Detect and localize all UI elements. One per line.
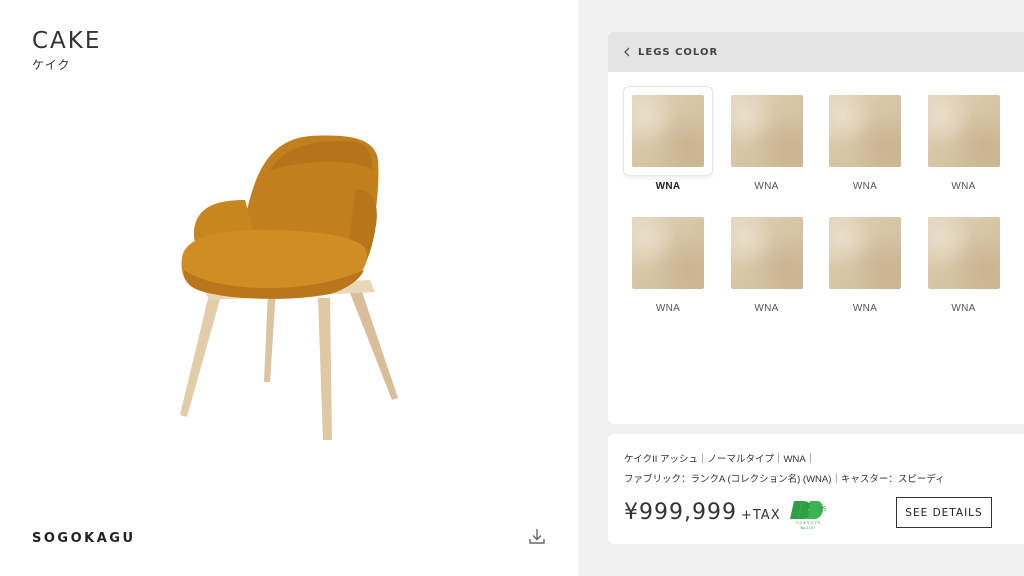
swatch-frame bbox=[920, 87, 1008, 175]
swatch-option[interactable]: WNA bbox=[821, 209, 909, 314]
swatch-option[interactable]: WNA bbox=[624, 209, 712, 314]
swatch-option[interactable]: WNA bbox=[920, 209, 1008, 314]
wood-swatch-image bbox=[829, 217, 901, 289]
wood-swatch-image bbox=[730, 217, 803, 289]
product-viewer: CAKE ケイク SOGOKAGU bbox=[0, 0, 578, 576]
wood-swatch-image bbox=[632, 217, 704, 289]
download-icon[interactable] bbox=[527, 526, 547, 546]
swatch-frame bbox=[723, 209, 811, 297]
panel-back-button[interactable]: LEGS COLOR bbox=[608, 32, 1024, 72]
swatch-label: WNA bbox=[852, 303, 878, 314]
biomass-mark-icon: 25 バイオマスプラ No.1157 bbox=[790, 501, 827, 530]
swatch-frame bbox=[624, 209, 712, 297]
chevron-left-icon bbox=[624, 47, 630, 57]
brand-logo: SOGOKAGU bbox=[32, 531, 136, 546]
wood-swatch-image bbox=[829, 95, 901, 167]
options-area: LEGS COLOR WNA WNA WNA WNA WNA WNA WNA W… bbox=[578, 0, 1024, 576]
badge-code: 25 bbox=[819, 506, 827, 513]
swatch-option[interactable]: WNA bbox=[624, 87, 712, 192]
price: ¥999,999 +TAX bbox=[624, 500, 781, 525]
tax-label: +TAX bbox=[740, 508, 781, 523]
wood-swatch-image bbox=[927, 95, 1000, 167]
price-value: ¥999,999 bbox=[624, 500, 737, 525]
panel-title: LEGS COLOR bbox=[638, 46, 719, 58]
swatch-option[interactable]: WNA bbox=[821, 87, 909, 192]
product-title: CAKE bbox=[32, 28, 102, 54]
badge-number: No.1157 bbox=[800, 526, 815, 530]
swatch-frame bbox=[821, 87, 909, 175]
chair-image bbox=[180, 135, 398, 440]
swatch-label: WNA bbox=[655, 181, 681, 192]
swatch-label: WNA bbox=[754, 303, 779, 314]
wood-swatch-image bbox=[632, 95, 704, 167]
swatch-frame bbox=[723, 87, 811, 175]
product-subtitle: ケイク bbox=[32, 58, 71, 72]
spec-line-2: ファブリック：ランクA (コレクション名) (WNA)｜キャスター：スピーディ bbox=[624, 474, 945, 485]
spec-line-1: ケイクII アッシュ｜ノーマルタイプ｜WNA｜ bbox=[624, 454, 816, 465]
swatch-label: WNA bbox=[655, 303, 681, 314]
swatch-label: WNA bbox=[754, 181, 779, 192]
swatch-frame bbox=[821, 209, 909, 297]
wood-swatch-image bbox=[730, 95, 803, 167]
swatch-grid: WNA WNA WNA WNA WNA WNA WNA WNA bbox=[624, 87, 1024, 314]
swatch-option[interactable]: WNA bbox=[723, 87, 811, 192]
swatch-option[interactable]: WNA bbox=[920, 87, 1008, 192]
product-info-card: ケイクII アッシュ｜ノーマルタイプ｜WNA｜ ファブリック：ランクA (コレク… bbox=[608, 434, 1024, 544]
swatch-option[interactable]: WNA bbox=[723, 209, 811, 314]
badge-text: バイオマスプラ bbox=[795, 520, 821, 525]
swatch-frame bbox=[920, 209, 1008, 297]
swatch-label: WNA bbox=[951, 303, 976, 314]
legs-color-panel: LEGS COLOR WNA WNA WNA WNA WNA WNA WNA W… bbox=[608, 32, 1024, 424]
swatch-label: WNA bbox=[951, 181, 976, 192]
swatch-frame bbox=[624, 87, 712, 175]
see-details-button[interactable]: SEE DETAILS bbox=[896, 497, 992, 528]
swatch-label: WNA bbox=[852, 181, 878, 192]
wood-swatch-image bbox=[927, 217, 1000, 289]
